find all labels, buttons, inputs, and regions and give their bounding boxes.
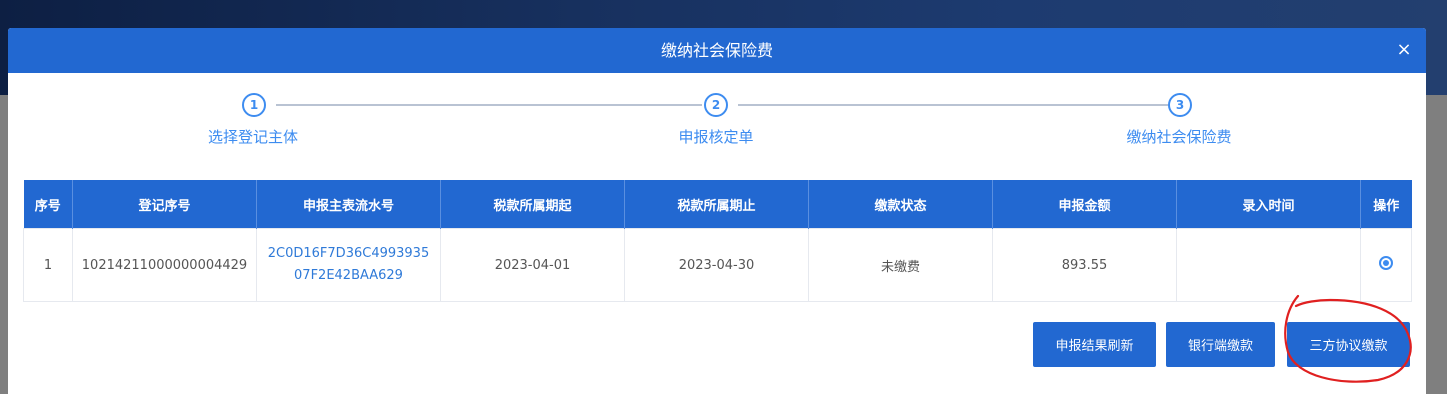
col-header-status: 缴款状态 <box>808 180 993 229</box>
step-2-label: 申报核定单 <box>678 128 754 146</box>
step-connector-2 <box>738 104 1168 106</box>
close-icon[interactable]: × <box>1394 39 1414 61</box>
table-header-row: 序号 登记序号 申报主表流水号 税款所属期起 税款所属期止 缴款状态 申报金额 … <box>23 180 1412 229</box>
step-3-label: 缴纳社会保险费 <box>1126 128 1232 146</box>
cell-reg-no: 10214211000000004429 <box>72 228 257 302</box>
col-header-entry-time: 录入时间 <box>1176 180 1361 229</box>
col-header-period-start: 税款所属期起 <box>440 180 625 229</box>
bank-payment-button[interactable]: 银行端缴款 <box>1166 322 1275 367</box>
modal-header: 缴纳社会保险费 × <box>8 28 1426 73</box>
declaration-table: 序号 登记序号 申报主表流水号 税款所属期起 税款所属期止 缴款状态 申报金额 … <box>23 180 1412 302</box>
cell-index: 1 <box>23 228 73 302</box>
tripartite-payment-button[interactable]: 三方协议缴款 <box>1287 322 1410 367</box>
modal-title: 缴纳社会保险费 <box>660 41 773 60</box>
serial-line-2[interactable]: 07F2E42BAA629 <box>257 265 440 287</box>
step-3-circle: 3 <box>1168 93 1192 117</box>
col-header-period-end: 税款所属期止 <box>624 180 809 229</box>
cell-action <box>1360 228 1412 302</box>
col-header-action: 操作 <box>1360 180 1412 229</box>
cell-serial-link[interactable]: 2C0D16F7D36C4993935 07F2E42BAA629 <box>256 228 441 302</box>
serial-line-1[interactable]: 2C0D16F7D36C4993935 <box>257 243 440 265</box>
cell-amount: 893.55 <box>992 228 1177 302</box>
table-row[interactable]: 1 10214211000000004429 2C0D16F7D36C49939… <box>23 228 1412 302</box>
step-2-circle: 2 <box>704 93 728 117</box>
step-connector-1 <box>276 104 702 106</box>
col-header-reg-no: 登记序号 <box>72 180 257 229</box>
radio-selected-icon[interactable] <box>1379 256 1393 270</box>
cell-entry-time <box>1176 228 1361 302</box>
step-1-circle: 1 <box>242 93 266 117</box>
cell-period-start: 2023-04-01 <box>440 228 625 302</box>
step-1-label: 选择登记主体 <box>207 128 299 146</box>
col-header-serial: 申报主表流水号 <box>256 180 441 229</box>
cell-status: 未缴费 <box>808 228 993 302</box>
col-header-index: 序号 <box>23 180 73 229</box>
refresh-result-button[interactable]: 申报结果刷新 <box>1033 322 1156 367</box>
col-header-amount: 申报金额 <box>992 180 1177 229</box>
payment-modal: 缴纳社会保险费 × 1 2 3 选择登记主体 申报核定单 缴纳社会保险费 序号 … <box>8 28 1426 394</box>
cell-period-end: 2023-04-30 <box>624 228 809 302</box>
